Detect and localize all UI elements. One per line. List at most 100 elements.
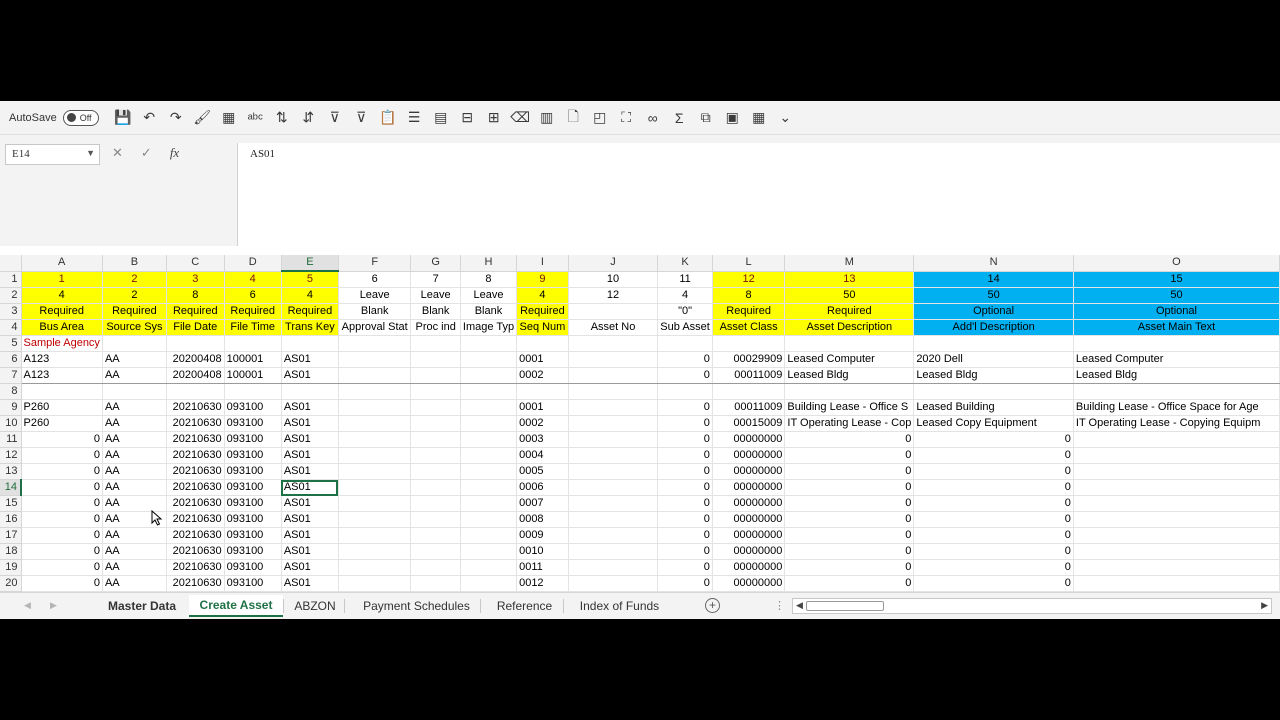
cell-h19[interactable] <box>460 559 518 576</box>
cell-a3[interactable]: Required <box>21 303 103 320</box>
cell-n19[interactable]: 0 <box>913 559 1074 576</box>
cell-m3[interactable]: Required <box>784 303 915 320</box>
cell-b11[interactable]: AA <box>102 431 167 448</box>
cell-b13[interactable]: AA <box>102 463 167 480</box>
cell-n20[interactable]: 0 <box>913 575 1074 592</box>
cell-c11[interactable]: 20210630 <box>166 431 225 448</box>
cell-f20[interactable] <box>338 575 412 592</box>
cell-g3[interactable]: Blank <box>410 303 461 320</box>
sort-asc-icon[interactable]: ⇅ <box>270 106 294 130</box>
row-header[interactable]: 5 <box>0 335 22 352</box>
cell-n7[interactable]: Leased Bldg <box>913 367 1074 384</box>
cell-f5[interactable] <box>338 335 412 352</box>
cell-j17[interactable] <box>568 527 659 544</box>
cell-c15[interactable]: 20210630 <box>166 495 225 512</box>
cell-f12[interactable] <box>338 447 412 464</box>
cell-b10[interactable]: AA <box>102 415 167 432</box>
cell-k10[interactable]: 0 <box>657 415 713 432</box>
cell-o12[interactable] <box>1073 447 1280 464</box>
cell-h5[interactable] <box>460 335 518 352</box>
cell-e6[interactable]: AS01 <box>281 351 339 368</box>
cell-k6[interactable]: 0 <box>657 351 713 368</box>
cancel-icon[interactable]: ✕ <box>112 145 123 161</box>
cell-f7[interactable] <box>338 367 412 384</box>
cell-g6[interactable] <box>410 351 461 368</box>
delete-cells-icon[interactable]: ⊟ <box>455 106 479 130</box>
cell-e18[interactable]: AS01 <box>281 543 339 560</box>
cell-g11[interactable] <box>410 431 461 448</box>
cell-h20[interactable] <box>460 575 518 592</box>
scrollbar-thumb[interactable] <box>806 601 884 611</box>
cell-k9[interactable]: 0 <box>657 399 713 416</box>
cell-d18[interactable]: 093100 <box>224 543 282 560</box>
cell-a12[interactable]: 0 <box>21 447 103 464</box>
cell-g10[interactable] <box>410 415 461 432</box>
cell-e9[interactable]: AS01 <box>281 399 339 416</box>
cell-d6[interactable]: 100001 <box>224 351 282 368</box>
cell-k7[interactable]: 0 <box>657 367 713 384</box>
cell-f10[interactable] <box>338 415 412 432</box>
scroll-right-icon[interactable]: ▶ <box>1261 600 1268 611</box>
cell-h11[interactable] <box>460 431 518 448</box>
cell-f8[interactable] <box>338 383 412 400</box>
cell-c8[interactable] <box>166 383 225 400</box>
cell-j11[interactable] <box>568 431 659 448</box>
cell-k4[interactable]: Sub Asset <box>657 319 713 336</box>
cell-e7[interactable]: AS01 <box>281 367 339 384</box>
cell-o9[interactable]: Building Lease - Office Space for Age <box>1073 399 1280 416</box>
cell-c9[interactable]: 20210630 <box>166 399 225 416</box>
cell-d15[interactable]: 093100 <box>224 495 282 512</box>
scroll-left-icon[interactable]: ◀ <box>796 600 803 611</box>
cell-n1[interactable]: 14 <box>913 271 1074 288</box>
cell-j4[interactable]: Asset No <box>568 319 659 336</box>
cell-g9[interactable] <box>410 399 461 416</box>
tab-scroll-right-icon[interactable]: ▶ <box>50 600 57 611</box>
cell-o3[interactable]: Optional <box>1073 303 1280 320</box>
shapes-icon[interactable]: ◰ <box>588 106 612 130</box>
cell-k1[interactable]: 11 <box>657 271 713 288</box>
cell-l15[interactable]: 00000000 <box>712 495 786 512</box>
cell-d3[interactable]: Required <box>224 303 282 320</box>
cell-c16[interactable]: 20210630 <box>166 511 225 528</box>
cell-c19[interactable]: 20210630 <box>166 559 225 576</box>
cell-a16[interactable]: 0 <box>21 511 103 528</box>
cell-l19[interactable]: 00000000 <box>712 559 786 576</box>
insert-function-icon[interactable]: fx <box>170 145 179 161</box>
column-header-h[interactable]: H <box>460 255 518 272</box>
cell-k17[interactable]: 0 <box>657 527 713 544</box>
cell-j8[interactable] <box>568 383 659 400</box>
redo-icon[interactable]: ↷ <box>164 106 188 130</box>
cell-o4[interactable]: Asset Main Text <box>1073 319 1280 336</box>
cell-b2[interactable]: 2 <box>102 287 167 304</box>
cell-c1[interactable]: 3 <box>166 271 225 288</box>
cell-a19[interactable]: 0 <box>21 559 103 576</box>
cell-m15[interactable]: 0 <box>784 495 915 512</box>
cell-m7[interactable]: Leased Bldg <box>784 367 915 384</box>
cell-o20[interactable] <box>1073 575 1280 592</box>
cell-m14[interactable]: 0 <box>784 479 915 496</box>
cell-f2[interactable]: Leave <box>338 287 412 304</box>
cell-l2[interactable]: 8 <box>712 287 786 304</box>
cell-i19[interactable]: 0011 <box>516 559 569 576</box>
cell-c3[interactable]: Required <box>166 303 225 320</box>
clear-filter-icon[interactable]: ⊽ <box>323 106 347 130</box>
cell-f3[interactable]: Blank <box>338 303 412 320</box>
cell-j15[interactable] <box>568 495 659 512</box>
cell-h3[interactable]: Blank <box>460 303 518 320</box>
cell-m8[interactable] <box>784 383 915 400</box>
cell-n2[interactable]: 50 <box>913 287 1074 304</box>
link-icon[interactable]: ∞ <box>641 106 665 130</box>
cell-o13[interactable] <box>1073 463 1280 480</box>
row-header[interactable]: 16 <box>0 511 22 528</box>
cell-f14[interactable] <box>338 479 412 496</box>
cell-b6[interactable]: AA <box>102 351 167 368</box>
delete-rows-icon[interactable]: ☰ <box>402 106 426 130</box>
cell-h18[interactable] <box>460 543 518 560</box>
cell-d11[interactable]: 093100 <box>224 431 282 448</box>
cell-g19[interactable] <box>410 559 461 576</box>
cell-f19[interactable] <box>338 559 412 576</box>
filter-icon[interactable]: ⊽ <box>349 106 373 130</box>
clear-icon[interactable]: ⌫ <box>508 106 532 130</box>
cell-j3[interactable] <box>568 303 659 320</box>
cell-m10[interactable]: IT Operating Lease - Cop <box>784 415 915 432</box>
